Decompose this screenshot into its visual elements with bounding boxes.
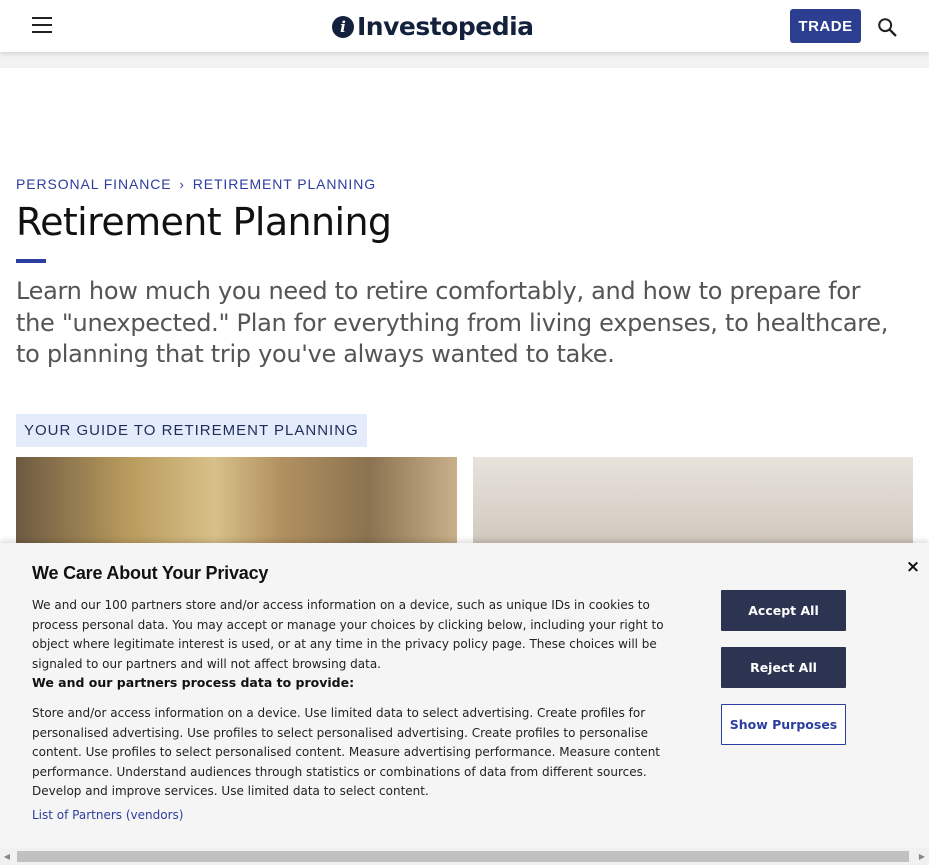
consent-title: We Care About Your Privacy <box>32 563 269 583</box>
list-of-partners-link[interactable]: List of Partners (vendors) <box>32 808 183 822</box>
page-intro: Learn how much you need to retire comfor… <box>16 277 889 368</box>
privacy-consent-banner: We Care About Your Privacy × We and our … <box>0 543 929 848</box>
accept-all-button[interactable]: Accept All <box>721 590 846 631</box>
top-navigation-bar: i Investopedia TRADE <box>0 0 929 52</box>
menu-icon-line <box>32 31 52 33</box>
breadcrumb-retirement-planning[interactable]: RETIREMENT PLANNING <box>193 176 376 192</box>
search-icon[interactable] <box>876 16 898 38</box>
page-title: Retirement Planning <box>16 200 392 244</box>
scroll-right-arrow-icon[interactable]: ▶ <box>915 848 929 865</box>
trade-button[interactable]: TRADE <box>790 9 861 43</box>
chevron-right-icon: › <box>179 176 185 192</box>
menu-icon[interactable] <box>32 17 52 33</box>
reject-all-button[interactable]: Reject All <box>721 647 846 688</box>
breadcrumb-personal-finance[interactable]: PERSONAL FINANCE <box>16 176 171 192</box>
scroll-left-arrow-icon[interactable]: ◀ <box>0 848 14 865</box>
consent-description: We and our 100 partners store and/or acc… <box>32 598 664 671</box>
menu-icon-line <box>32 24 52 26</box>
consent-purposes-text: Store and/or access information on a dev… <box>32 706 661 798</box>
logo-icon: i <box>332 15 354 38</box>
menu-icon-line <box>32 17 52 19</box>
site-logo[interactable]: i Investopedia <box>332 12 534 41</box>
ad-placeholder-band <box>0 52 929 68</box>
scrollbar-thumb[interactable] <box>17 851 909 862</box>
guide-section-label: YOUR GUIDE TO RETIREMENT PLANNING <box>16 414 367 447</box>
title-underline <box>16 259 46 263</box>
close-icon[interactable]: × <box>904 557 922 577</box>
consent-subheading: We and our partners process data to prov… <box>32 675 355 690</box>
show-purposes-button[interactable]: Show Purposes <box>721 704 846 745</box>
breadcrumb: PERSONAL FINANCE › RETIREMENT PLANNING <box>16 176 376 192</box>
logo-text: Investopedia <box>357 12 534 41</box>
horizontal-scrollbar[interactable]: ◀ ▶ <box>0 848 929 865</box>
